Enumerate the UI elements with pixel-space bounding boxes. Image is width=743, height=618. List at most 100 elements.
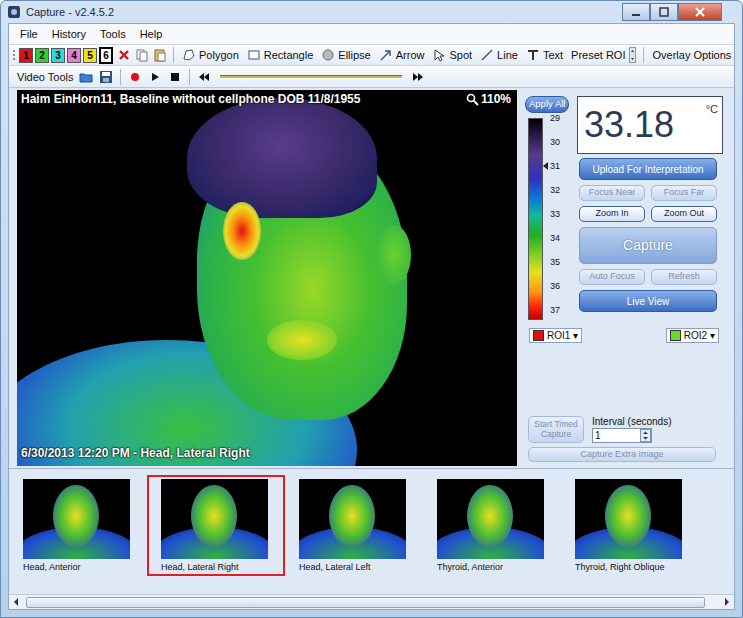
roi-dropdown[interactable]: ROI1▾	[529, 328, 582, 343]
thermal-region	[191, 485, 237, 547]
menu-item[interactable]: Help	[133, 28, 170, 40]
live-view-button[interactable]: Live View	[579, 290, 717, 312]
paste-button[interactable]	[151, 48, 169, 62]
save-icon	[99, 70, 113, 84]
rectangle-icon	[247, 48, 261, 62]
tool-label: Text	[543, 49, 563, 61]
thermal-region	[223, 202, 261, 260]
stop-button[interactable]	[165, 70, 185, 84]
dropdown-arrow: ▾	[573, 330, 578, 341]
thermal-image: Haim EinHorn11, Baseline without cellpho…	[17, 90, 517, 466]
thermal-region	[53, 485, 99, 547]
thumbnail[interactable]: Thyroid, Right Oblique	[561, 475, 699, 576]
window-controls	[622, 3, 722, 21]
video-position-slider[interactable]	[220, 75, 402, 79]
save-button[interactable]	[96, 70, 116, 84]
minimize-button[interactable]	[622, 3, 650, 21]
thumbnail[interactable]: Head, Anterior	[9, 475, 147, 576]
interval-field[interactable]: 1	[592, 428, 652, 443]
start-timed-capture-button: Start Timed Capture	[528, 416, 584, 443]
scale-tick: 35	[550, 257, 560, 267]
overlay-options-button[interactable]: Overlay Options	[648, 49, 734, 61]
title-bar: Capture - v2.4.5.2	[1, 1, 742, 23]
drawing-toolbar: 123456 Polygon RectangleEllipseArrowSpot Li…	[9, 44, 734, 66]
tool-button[interactable]: Preset ROI	[567, 49, 629, 61]
menu-item[interactable]: Tools	[93, 28, 133, 40]
menu-item[interactable]: File	[13, 28, 45, 40]
roi-color-button[interactable]: 3	[51, 48, 65, 63]
control-row: Capture	[579, 227, 717, 264]
record-button[interactable]	[125, 70, 145, 84]
tool-button[interactable]: Spot	[428, 48, 476, 62]
folder-button[interactable]	[76, 70, 96, 84]
scale-labels: 293031323334353637	[543, 113, 560, 315]
thermal-region	[605, 485, 651, 547]
spinner-icon	[640, 429, 651, 442]
scroll-left-icon	[9, 595, 24, 609]
roi-color-button[interactable]: 1	[19, 48, 33, 63]
thumbnail-image	[23, 479, 130, 559]
capture-extra-image-button: Capture Extra Image	[528, 447, 716, 462]
upload-for-interpretation-button[interactable]: Upload For Interpretation	[579, 158, 717, 180]
thumbnail-image	[437, 479, 544, 559]
thumbnail-label: Head, Lateral Right	[161, 562, 283, 572]
timed-capture-row: Start Timed CaptureInterval (seconds)1	[525, 416, 723, 443]
tool-button[interactable]: Rectangle	[243, 48, 318, 62]
close-button[interactable]	[678, 3, 722, 21]
tool-button[interactable]: Arrow	[375, 48, 429, 62]
zoom-in-button[interactable]: Zoom In	[579, 206, 645, 222]
control-panel: Apply All29303132333435363733.18°CUpload…	[525, 90, 723, 464]
tool-button[interactable]: Polygon	[178, 48, 243, 62]
control-row: Zoom In Zoom Out	[579, 206, 717, 222]
maximize-button[interactable]	[650, 3, 678, 21]
play-button[interactable]	[145, 70, 165, 84]
main-area: Haim EinHorn11, Baseline without cellpho…	[9, 88, 734, 468]
tool-button[interactable]: Text	[522, 48, 567, 62]
menu-item[interactable]: History	[45, 28, 93, 40]
thumbnail[interactable]: Thyroid, Anterior	[423, 475, 561, 576]
tool-button[interactable]: Ellipse	[317, 48, 374, 62]
thumbnail-label: Thyroid, Right Oblique	[575, 562, 697, 572]
fast-forward-button[interactable]	[408, 70, 428, 84]
temperature-display: 33.18°C	[577, 96, 723, 154]
tool-button[interactable]: Line	[476, 48, 522, 62]
scale-column: Apply All293031323334353637	[525, 96, 573, 320]
roi-dropdown[interactable]: ROI2▾	[666, 328, 719, 343]
rewind-button[interactable]	[194, 70, 214, 84]
thumbnail[interactable]: Head, Lateral Right	[147, 475, 285, 576]
apply-all-button[interactable]: Apply All	[525, 96, 569, 113]
scale-tick: 37	[550, 305, 560, 315]
tool-label: Polygon	[199, 49, 239, 61]
scale-tick: 34	[550, 233, 560, 243]
capture-timestamp: 6/30/2013 12:20 PM - Head, Lateral Right	[21, 446, 250, 460]
minimize-icon	[630, 7, 642, 17]
zoom-out-button[interactable]: Zoom Out	[651, 206, 717, 222]
focus-far-button: Focus Far	[651, 185, 717, 201]
roi-color-button[interactable]: 4	[67, 48, 81, 63]
scale-tick: 33	[550, 209, 560, 219]
scale-marker	[543, 162, 548, 170]
camera-controls: Upload For InterpretationFocus NearFocus…	[577, 158, 723, 312]
roi-color-button[interactable]: 6	[99, 47, 113, 64]
patient-caption: Haim EinHorn11, Baseline without cellpho…	[21, 92, 360, 106]
client-area: FileHistoryToolsHelp123456PolygonRectang…	[8, 23, 735, 610]
delete-button[interactable]	[115, 48, 133, 62]
toolbar-scroll-icon	[629, 47, 636, 63]
scroll-right-icon	[719, 595, 734, 609]
roi-color-button[interactable]: 5	[83, 48, 97, 63]
scrollbar-thumb[interactable]	[26, 597, 705, 608]
scrollbar-track	[24, 595, 719, 609]
tool-label: Rectangle	[264, 49, 314, 61]
roi-color-button[interactable]: 2	[35, 48, 49, 63]
auto-focus-button: Auto Focus	[579, 269, 645, 285]
rewind-icon	[197, 70, 211, 84]
interval-value: 1	[593, 429, 640, 442]
copy-button[interactable]	[133, 48, 151, 62]
thumbnail[interactable]: Head, Lateral Left	[285, 475, 423, 576]
tool-label: Line	[497, 49, 518, 61]
dropdown-arrow: ▾	[710, 330, 715, 341]
polygon-icon	[182, 48, 196, 62]
horizontal-scrollbar[interactable]	[9, 594, 734, 609]
thumbnail-image	[299, 479, 406, 559]
app-window: Capture - v2.4.5.2FileHistoryToolsHelp12…	[0, 0, 743, 618]
